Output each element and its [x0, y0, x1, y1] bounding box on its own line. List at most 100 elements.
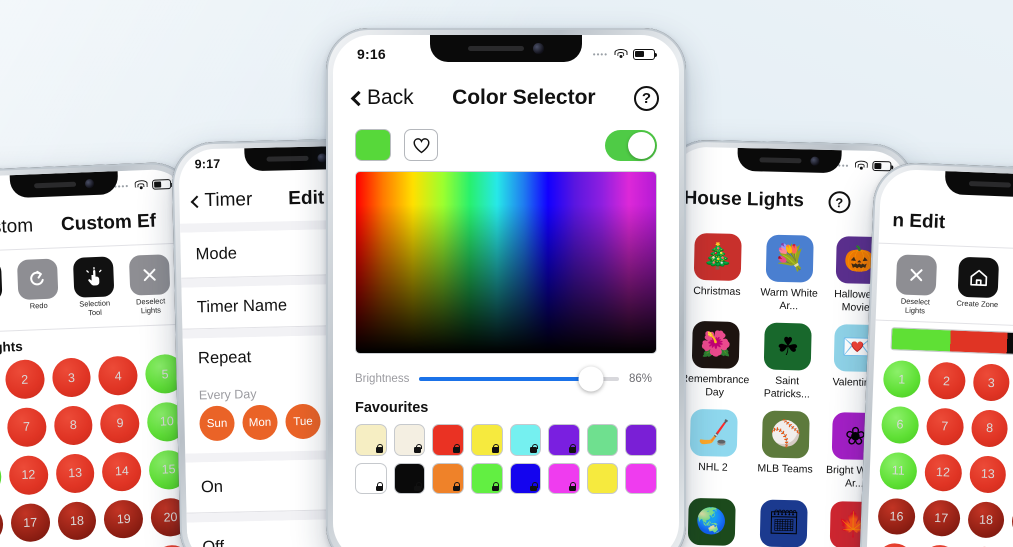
front-camera-icon	[533, 43, 544, 54]
light-bulb-2[interactable]: 2	[927, 361, 966, 401]
light-bulb-17[interactable]: 17	[10, 502, 51, 543]
wifi-icon	[133, 179, 148, 190]
light-bulb-17[interactable]: 17	[922, 499, 961, 538]
scene-item[interactable]: 🌏Chinese New Year	[676, 497, 747, 547]
page-title: n Edit	[892, 210, 946, 234]
close-icon	[895, 254, 938, 296]
earpiece-speaker	[266, 155, 309, 162]
lights-grid: 1234567891011121314151617181920212223242…	[866, 360, 1013, 547]
brightness-slider-knob[interactable]	[578, 366, 604, 392]
light-bulb-18[interactable]: 18	[56, 500, 98, 542]
light-bulb-16[interactable]: 16	[0, 504, 4, 545]
toolbar-label: Deselect Lights	[135, 296, 166, 315]
light-bulb-3[interactable]: 3	[51, 357, 92, 398]
favourite-swatch-4[interactable]	[470, 424, 503, 456]
favourite-swatch-6[interactable]	[548, 424, 580, 456]
favourite-swatch-3[interactable]	[432, 424, 464, 456]
brightness-row: Brightness 86%	[333, 354, 679, 392]
back-button[interactable]: Back	[350, 86, 414, 110]
toolbar-label: Redo	[29, 300, 48, 311]
toolbar-item-redo[interactable]: Redo	[14, 258, 62, 320]
light-bulb-13[interactable]: 13	[968, 455, 1007, 494]
scene-item[interactable]: 🗓USA	[751, 499, 816, 547]
light-bulb-1[interactable]: 1	[882, 360, 921, 399]
day-chip-sun[interactable]: Sun	[199, 405, 235, 442]
favourite-swatch-14[interactable]	[548, 462, 580, 495]
favourite-swatch-9[interactable]	[355, 462, 387, 495]
light-bulb-7[interactable]: 7	[925, 407, 964, 446]
toolbar-item-deselect-lights[interactable]: Deselect Lights	[126, 254, 174, 316]
light-bulb-12[interactable]: 12	[8, 454, 49, 496]
favourite-swatch-7[interactable]	[586, 424, 619, 456]
light-bulb-18[interactable]: 18	[966, 500, 1006, 540]
brightness-value: 86%	[629, 373, 653, 385]
lock-icon	[414, 482, 422, 492]
favourite-swatch-11[interactable]	[432, 462, 464, 495]
scene-icon: 🎄	[693, 232, 742, 281]
signal-dots-icon: ••••	[592, 49, 608, 59]
scene-item[interactable]: 🏒 NHL 2	[678, 409, 749, 488]
lock-icon	[414, 443, 422, 453]
brightness-slider[interactable]	[419, 366, 619, 392]
light-bulb-2[interactable]: 2	[4, 359, 45, 400]
scene-item[interactable]: ⚾ MLB Teams	[753, 410, 818, 490]
scene-item[interactable]: 🎄 Christmas	[682, 232, 753, 312]
favourite-swatch-1[interactable]	[355, 424, 387, 456]
light-bulb-4[interactable]: 4	[98, 355, 139, 396]
status-time: 9:17	[194, 156, 221, 172]
toolbar-item-deselect-lights[interactable]: Deselect Lights	[892, 254, 940, 316]
light-bulb-21[interactable]: 21	[875, 543, 914, 547]
favourite-swatch-5[interactable]	[509, 424, 542, 456]
toolbar-label: Selection Tool	[79, 298, 111, 317]
light-bulb-12[interactable]: 12	[923, 453, 963, 492]
favourite-swatch-13[interactable]	[509, 462, 542, 495]
light-bulb-16[interactable]: 16	[877, 497, 916, 536]
light-bulb-13[interactable]: 13	[55, 453, 96, 494]
phone-zone-edit: •••• n Edit Save Deselect Lights	[857, 161, 1013, 547]
navigation-bar: Back Color Selector ?	[333, 75, 679, 121]
light-bulb-8[interactable]: 8	[970, 409, 1009, 448]
undo-icon	[0, 260, 3, 303]
status-time: 9:16	[357, 46, 386, 62]
day-chip-tue[interactable]: Tue	[285, 403, 321, 440]
favourite-swatch-10[interactable]	[393, 462, 426, 495]
light-bulb-9[interactable]: 9	[99, 403, 141, 444]
scene-item[interactable]: 🌺 Remembrance Day	[680, 321, 751, 400]
light-bulb-14[interactable]: 14	[101, 451, 143, 492]
toolbar-item-undo[interactable]: Undo	[0, 260, 6, 323]
chevron-left-icon	[190, 194, 204, 208]
favourite-swatch-2[interactable]	[393, 424, 426, 456]
light-bulb-3[interactable]: 3	[972, 363, 1011, 402]
color-gradient-picker[interactable]	[355, 171, 657, 354]
day-chip-mon[interactable]: Mon	[242, 404, 278, 441]
back-button[interactable]: Custom	[0, 215, 34, 240]
zone-gradient-bar[interactable]	[890, 327, 1013, 358]
lock-icon	[568, 482, 577, 492]
lock-icon	[530, 482, 538, 492]
favourite-swatch-12[interactable]	[470, 462, 503, 495]
favourite-swatch-8[interactable]	[625, 424, 657, 456]
add-favourite-button[interactable]	[404, 129, 438, 161]
light-bulb-7[interactable]: 7	[6, 407, 47, 448]
favourite-swatch-15[interactable]	[586, 462, 619, 495]
scene-item[interactable]: 💐 Warm White Ar...	[757, 234, 822, 313]
toolbar-item-create-zone[interactable]: Create Zone	[954, 256, 1002, 319]
light-bulb-19[interactable]: 19	[103, 499, 144, 540]
light-bulb-8[interactable]: 8	[53, 405, 94, 446]
help-button[interactable]: ?	[633, 85, 659, 111]
current-color-swatch[interactable]	[355, 129, 391, 161]
light-bulb-6[interactable]: 6	[880, 405, 920, 445]
tap-hand-icon	[72, 256, 115, 298]
power-toggle[interactable]	[605, 129, 657, 161]
front-camera-icon	[810, 156, 820, 166]
battery-icon	[633, 48, 657, 60]
help-button[interactable]: ?	[827, 190, 851, 214]
toolbar-item-selection-tool[interactable]: Selection Tool	[70, 256, 118, 318]
favourite-swatch-16[interactable]	[625, 462, 657, 495]
scene-item[interactable]: ☘ Saint Patricks...	[755, 322, 820, 402]
light-bulb-11[interactable]: 11	[879, 451, 918, 490]
row-label: Mode	[195, 244, 238, 264]
back-button[interactable]: Timer	[190, 189, 253, 212]
toolbar-label: Create Zone	[956, 298, 999, 310]
light-bulb-11[interactable]: 11	[0, 456, 2, 497]
